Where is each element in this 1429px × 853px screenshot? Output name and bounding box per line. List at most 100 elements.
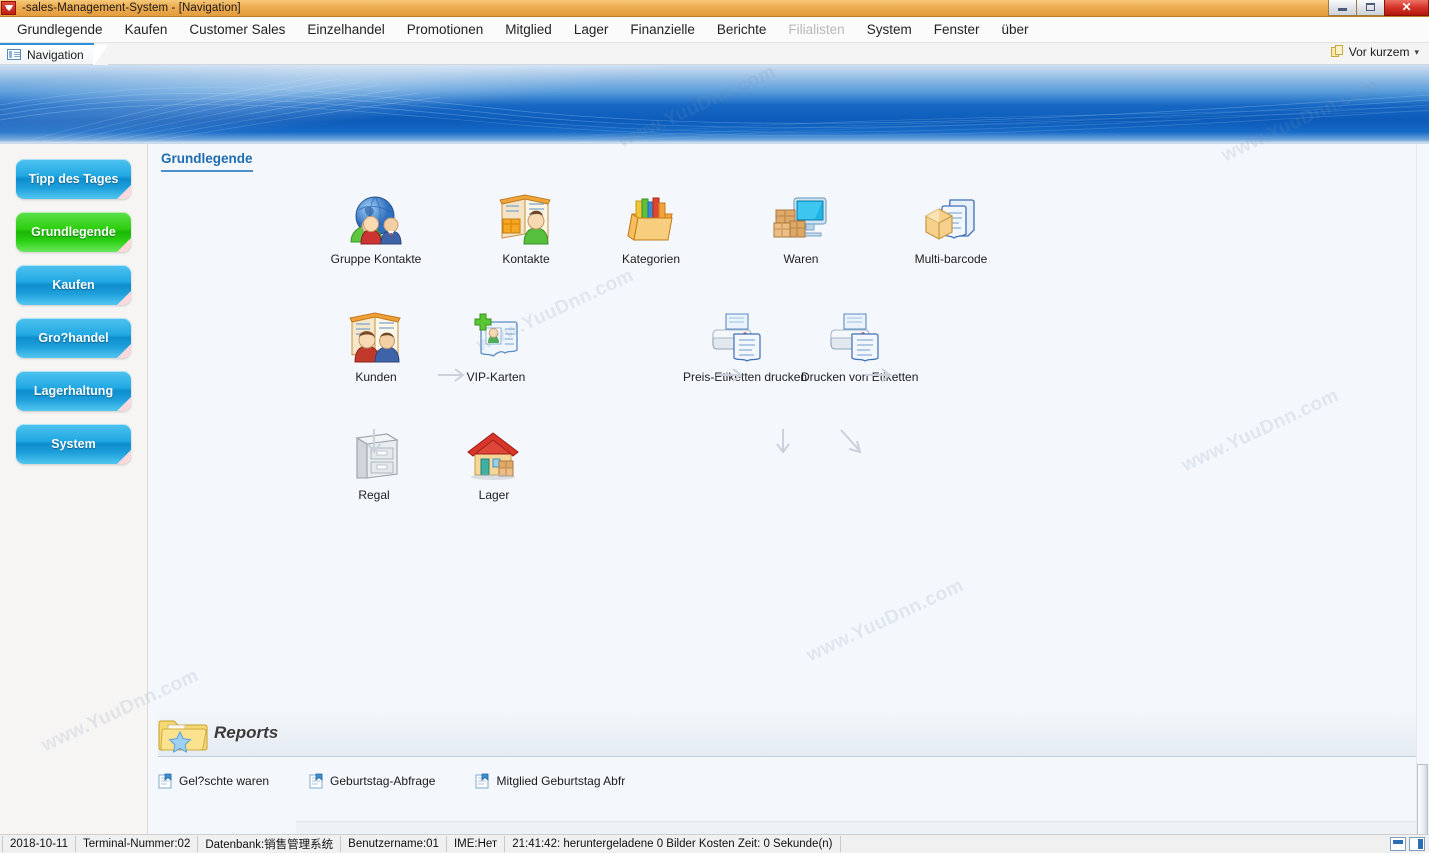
- printer-label-icon: [683, 302, 799, 366]
- horizontal-scroll-track[interactable]: [296, 821, 1416, 834]
- report-link-label: Gel?schte waren: [179, 774, 270, 788]
- sidebar-item-label: Grundlegende: [31, 225, 116, 239]
- page-fold-corner-icon: [117, 291, 131, 305]
- menu-item-filialisten: Filialisten: [788, 22, 845, 37]
- books-shelf-icon: [593, 184, 709, 248]
- page-fold-corner-icon: [117, 185, 131, 199]
- tab-navigation-label: Navigation: [27, 47, 84, 62]
- arrow-waren-to-drucken-icon: [838, 427, 866, 459]
- close-button[interactable]: ✕: [1384, 0, 1429, 16]
- sidebar-item-system[interactable]: System: [16, 424, 131, 464]
- content-body: Tipp des Tages Grundlegende Kaufen Gro?hand…: [0, 144, 1429, 853]
- list-view-icon: [7, 49, 21, 60]
- app-logo-icon: [1, 1, 16, 15]
- recent-menu[interactable]: Vor kurzem ▾: [1330, 45, 1419, 59]
- menu-item-fenster[interactable]: Fenster: [923, 20, 991, 39]
- address-book-person-icon: [468, 184, 584, 248]
- window-controls: ✕: [1328, 0, 1429, 16]
- report-link-2[interactable]: Mitglied Geburtstag Abfrag: [475, 773, 625, 789]
- report-page-icon: [309, 773, 324, 789]
- minimize-button[interactable]: [1328, 0, 1357, 16]
- sidebar-item-label: Tipp des Tages: [28, 172, 119, 186]
- report-link-label: Mitglied Geburtstag Abfrag: [496, 774, 626, 788]
- close-icon: ✕: [1401, 0, 1412, 14]
- reports-header: Reports: [158, 710, 1429, 757]
- sidebar-item-label: Lagerhaltung: [33, 384, 114, 398]
- workflow-node-label: Waren: [783, 252, 819, 266]
- sidebar: Tipp des Tages Grundlegende Kaufen Gro?hand…: [0, 144, 148, 834]
- maximize-icon: [1366, 3, 1375, 11]
- menu-item-grundlegende[interactable]: Grundlegende: [6, 20, 114, 39]
- menu-item-system[interactable]: System: [856, 20, 923, 39]
- tab-navigation[interactable]: Navigation: [0, 43, 108, 66]
- arrow-kategorien-to-waren-icon: [714, 366, 748, 384]
- chevron-down-icon: ▾: [1414, 46, 1419, 57]
- workflow-node-drucken-etiketten[interactable]: Drucken von Etiketten: [801, 302, 919, 384]
- menu-item-customer-sales[interactable]: Customer Sales: [178, 20, 296, 39]
- report-link-0[interactable]: Gel?schte waren: [158, 773, 269, 789]
- page-fold-corner-icon: [117, 450, 131, 464]
- address-book-couple-icon: [318, 302, 434, 366]
- status-cell-3: Benutzername:01: [341, 836, 447, 852]
- printer-label-icon: [801, 302, 917, 366]
- workflow-node-kontakte[interactable]: Kontakte: [468, 184, 584, 266]
- sidebar-item-tipp-des-tages[interactable]: Tipp des Tages: [16, 159, 131, 199]
- menu-item-berichte[interactable]: Berichte: [706, 20, 778, 39]
- menu-item-lager[interactable]: Lager: [563, 20, 620, 39]
- menu-item-mitglied[interactable]: Mitglied: [494, 20, 563, 39]
- report-page-icon: [475, 773, 490, 789]
- title-bar: -sales-Management-System - [Navigation] …: [0, 0, 1429, 17]
- sidebar-item-label: Gro?handel: [38, 331, 109, 345]
- workflow-node-waren[interactable]: Waren: [743, 184, 859, 266]
- menu-bar: Grundlegende Kaufen Customer Sales Einzelha…: [0, 17, 1429, 43]
- vertical-scrollbar[interactable]: [1416, 144, 1429, 853]
- status-bar-grips: [1390, 837, 1425, 851]
- resize-grip-vertical-icon[interactable]: [1409, 837, 1425, 851]
- sidebar-item-label: System: [51, 437, 96, 451]
- status-cell-5: 21:41:42: heruntergeladene 0 Bilder Kost…: [505, 836, 841, 852]
- main-pane: Grundlegende Gruppe Kontakte Kontakte Ka…: [148, 144, 1429, 834]
- sidebar-item-gro-handel[interactable]: Gro?handel: [16, 318, 131, 358]
- sidebar-item-grundlegende[interactable]: Grundlegende: [16, 212, 131, 252]
- minimize-icon: [1338, 8, 1347, 11]
- banner-header: [0, 65, 1429, 144]
- menu-item-ber[interactable]: über: [991, 20, 1040, 39]
- status-cell-1: Terminal-Nummer:02: [76, 836, 199, 852]
- workflow-node-label: Lager: [478, 488, 510, 502]
- workflow-node-label: Kontakte: [502, 252, 550, 266]
- sidebar-item-lagerhaltung[interactable]: Lagerhaltung: [16, 371, 131, 411]
- folder-star-icon: [158, 712, 210, 754]
- page-fold-corner-icon: [117, 344, 131, 358]
- status-cell-4: IME:Нет: [447, 836, 506, 852]
- workflow-node-gruppe-kontakte[interactable]: Gruppe Kontakte: [318, 184, 434, 266]
- status-cell-2: Datenbank:销售管理系统: [198, 836, 342, 852]
- page-fold-corner-icon: [117, 238, 131, 252]
- menu-item-finanzielle[interactable]: Finanzielle: [619, 20, 706, 39]
- sidebar-item-kaufen[interactable]: Kaufen: [16, 265, 131, 305]
- application-window: -sales-Management-System - [Navigation] …: [0, 0, 1429, 853]
- workflow-node-kunden[interactable]: Kunden: [318, 302, 434, 384]
- workflow-node-kategorien[interactable]: Kategorien: [593, 184, 709, 266]
- window-title: -sales-Management-System - [Navigation]: [22, 2, 241, 14]
- workflow-node-multi-barcode[interactable]: Multi-barcode: [893, 184, 1009, 266]
- menu-item-promotionen[interactable]: Promotionen: [396, 20, 495, 39]
- reports-section: Reports Gel?schte waren Geburtstag-Abfrag…: [148, 710, 1429, 802]
- maximize-button[interactable]: [1356, 0, 1385, 16]
- workflow-node-label: Drucken von Etiketten: [801, 370, 919, 384]
- arrow-waren-to-multibarcode-icon: [863, 366, 897, 384]
- recent-menu-label: Vor kurzem: [1348, 45, 1410, 59]
- workflow-node-label: Kunden: [355, 370, 397, 384]
- report-link-label: Geburtstag-Abfrage: [330, 774, 436, 788]
- workflow-node-label: Multi-barcode: [914, 252, 988, 266]
- resize-grip-horizontal-icon[interactable]: [1390, 837, 1406, 851]
- reports-list: Gel?schte waren Geburtstag-Abfrage Mitglie…: [148, 757, 1429, 789]
- workflow-node-lager[interactable]: Lager: [436, 420, 552, 502]
- menu-item-kaufen[interactable]: Kaufen: [114, 20, 179, 39]
- status-cell-0: 2018-10-11: [2, 836, 76, 852]
- workflow-node-label: Regal: [358, 488, 390, 502]
- page-fold-corner-icon: [117, 397, 131, 411]
- tab-strip: Navigation Vor kurzem ▾: [0, 43, 1429, 66]
- box-document-icon: [893, 184, 1009, 248]
- report-link-1[interactable]: Geburtstag-Abfrage: [309, 773, 435, 789]
- menu-item-einzelhandel[interactable]: Einzelhandel: [296, 20, 395, 39]
